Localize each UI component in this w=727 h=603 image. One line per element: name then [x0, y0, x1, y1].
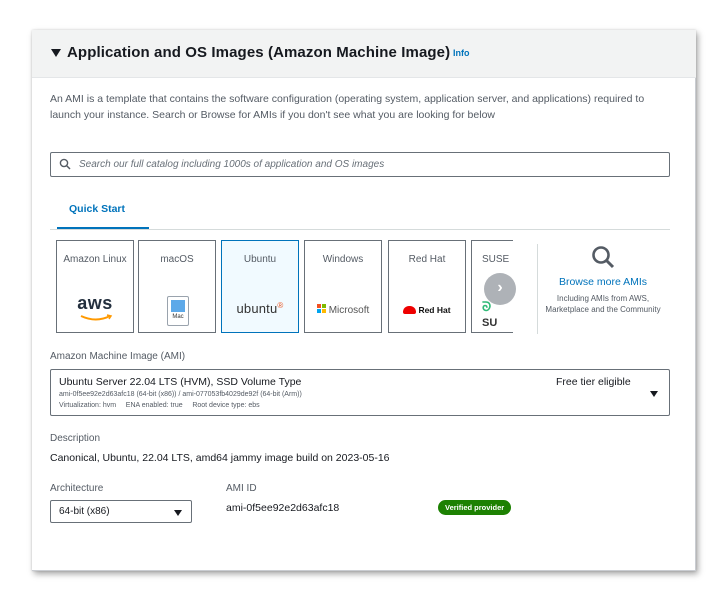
- architecture-value: 64-bit (x86): [59, 506, 110, 517]
- tiles-divider: [537, 244, 538, 334]
- tab-quick-start[interactable]: Quick Start: [69, 203, 125, 215]
- tile-label: SUSE: [482, 254, 510, 265]
- search-icon: [59, 158, 71, 170]
- microsoft-logo-text: Microsoft: [328, 305, 370, 316]
- tile-label: macOS: [160, 254, 194, 265]
- caret-down-icon: [174, 510, 182, 516]
- red-hat-logo-text: Red Hat: [418, 305, 451, 315]
- free-tier-badge: Free tier eligible: [556, 376, 631, 388]
- aws-logo: aws: [77, 293, 113, 313]
- ami-search-input[interactable]: Search our full catalog including 1000s …: [50, 152, 670, 177]
- search-icon: [592, 246, 615, 269]
- ubuntu-logo-text: ubuntu: [236, 301, 278, 316]
- red-hat-icon: [403, 306, 417, 314]
- os-tile-macos[interactable]: macOS Mac: [138, 240, 216, 333]
- ubuntu-logo: ubuntu®: [236, 301, 284, 316]
- ami-section-panel: Application and OS Images (Amazon Machin…: [32, 30, 696, 571]
- caret-down-icon[interactable]: [650, 391, 658, 397]
- os-tile-amazon-linux[interactable]: Amazon Linux aws: [56, 240, 134, 333]
- ami-name: Ubuntu Server 22.04 LTS (HVM), SSD Volum…: [59, 376, 302, 388]
- section-description: An AMI is a template that contains the s…: [50, 93, 645, 121]
- description-text: Canonical, Ubuntu, 22.04 LTS, amd64 jamm…: [50, 452, 390, 464]
- architecture-select[interactable]: 64-bit (x86): [50, 500, 192, 523]
- os-tile-windows[interactable]: Windows Microsoft: [304, 240, 382, 333]
- aws-smile-icon: [80, 314, 113, 321]
- tile-label: Red Hat: [408, 254, 446, 265]
- ami-meta: Virtualization: hvm ENA enabled: true Ro…: [59, 402, 260, 409]
- tile-label: Windows: [322, 254, 364, 265]
- verified-provider-badge: Verified provider: [438, 500, 512, 515]
- architecture-label: Architecture: [50, 483, 104, 494]
- mac-logo-icon: Mac: [167, 296, 189, 326]
- search-placeholder: Search our full catalog including 1000s …: [79, 159, 385, 170]
- chevron-right-icon: ›: [497, 279, 503, 296]
- section-header[interactable]: Application and OS Images (Amazon Machin…: [32, 30, 696, 78]
- ami-select[interactable]: Ubuntu Server 22.04 LTS (HVM), SSD Volum…: [50, 369, 670, 416]
- caret-down-icon[interactable]: [51, 49, 61, 57]
- suse-logo-text: SU: [482, 317, 498, 329]
- ami-id-label: AMI ID: [226, 483, 257, 494]
- ami-id-value: ami-0f5ee92e2d63afc18: [226, 502, 340, 514]
- os-tile-ubuntu[interactable]: Ubuntu ubuntu®: [221, 240, 299, 333]
- tile-label: Amazon Linux: [63, 254, 127, 265]
- tile-label: Ubuntu: [243, 254, 277, 265]
- mac-logo-text: Mac: [172, 314, 184, 320]
- description-label: Description: [50, 433, 101, 444]
- browse-more-amis[interactable]: Browse more AMIs Including AMIs from AWS…: [544, 244, 662, 315]
- section-title: Application and OS Images (Amazon Machin…: [67, 44, 451, 61]
- info-link[interactable]: Info: [453, 48, 470, 58]
- os-tile-red-hat[interactable]: Red Hat Red Hat: [388, 240, 466, 333]
- next-tiles-button[interactable]: ›: [484, 273, 516, 305]
- tabs-divider: [50, 229, 670, 230]
- ami-field-label: Amazon Machine Image (AMI): [50, 351, 186, 362]
- microsoft-logo: Microsoft: [305, 304, 381, 316]
- browse-more-amis-subtitle: Including AMIs from AWS, Marketplace and…: [545, 294, 661, 314]
- browse-more-amis-link[interactable]: Browse more AMIs: [544, 276, 662, 288]
- ami-ids: ami-0f5ee92e2d63afc18 (64-bit (x86)) / a…: [59, 391, 302, 398]
- red-hat-logo: Red Hat: [389, 305, 465, 315]
- microsoft-grid-icon: [316, 304, 327, 314]
